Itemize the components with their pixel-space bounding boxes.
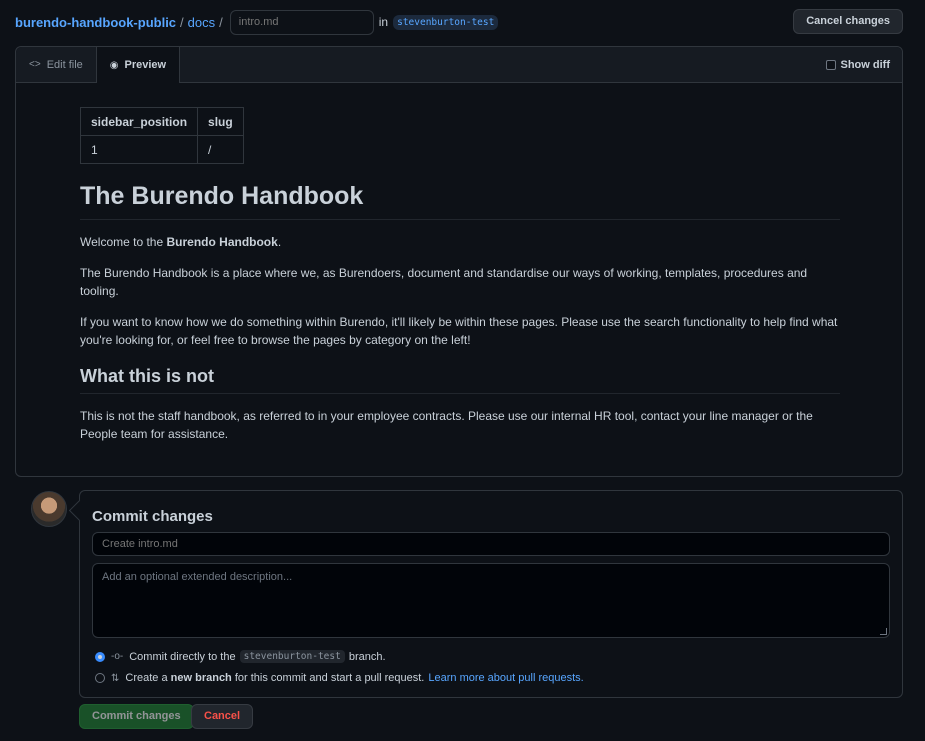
commit-direct-option[interactable]: -o- Commit directly to the stevenburton-… xyxy=(95,650,386,663)
table-header-cell: sidebar_position xyxy=(79,107,199,136)
breadcrumb-dir-link[interactable]: docs xyxy=(188,15,215,30)
option-text: for this commit and start a pull request… xyxy=(234,672,425,684)
doc-paragraph: This is not the staff handbook, as refer… xyxy=(80,409,813,441)
frontmatter-table: sidebar_position slug 1 / xyxy=(79,107,244,164)
avatar xyxy=(31,491,67,527)
commit-new-branch-radio[interactable] xyxy=(95,673,105,683)
commit-message-input[interactable] xyxy=(92,532,890,556)
option-text: Create a xyxy=(125,672,168,684)
welcome-suffix: . xyxy=(277,235,282,249)
option-bold: new branch xyxy=(170,672,232,684)
commit-form: Commit changes Add an optional extended … xyxy=(79,490,903,698)
commit-description-textarea[interactable]: Add an optional extended description... xyxy=(92,563,890,638)
eye-icon: ◉ xyxy=(109,59,119,71)
doc-paragraph: If you want to know how we do something … xyxy=(80,315,838,347)
welcome-bold: Burendo Handbook xyxy=(166,235,278,249)
show-diff-toggle[interactable]: Show diff xyxy=(825,47,891,82)
git-commit-icon: -o- xyxy=(111,651,124,662)
markdown-preview: sidebar_position slug 1 / The Burendo Ha… xyxy=(79,107,840,443)
tab-preview[interactable]: ◉ Preview xyxy=(95,47,181,83)
commit-description-placeholder: Add an optional extended description... xyxy=(102,571,293,583)
table-header-cell: slug xyxy=(197,107,244,136)
option-text: Commit directly to the xyxy=(129,650,236,663)
show-diff-checkbox[interactable] xyxy=(825,59,836,70)
learn-more-link[interactable]: Learn more about pull requests. xyxy=(428,672,583,684)
doc-paragraph-welcome: Welcome to the Burendo Handbook. xyxy=(80,233,840,251)
table-header-row: sidebar_position slug xyxy=(79,107,244,136)
table-row: 1 / xyxy=(79,135,244,164)
filename-input[interactable] xyxy=(229,9,374,35)
doc-title: The Burendo Handbook xyxy=(80,182,840,220)
commit-direct-radio[interactable] xyxy=(95,651,105,662)
doc-paragraph: The Burendo Handbook is a place where we… xyxy=(80,266,808,298)
doc-subheading: What this is not xyxy=(80,366,840,394)
table-cell: / xyxy=(197,135,244,164)
breadcrumb-repo-link[interactable]: burendo-handbook-public xyxy=(15,15,176,30)
welcome-prefix: Welcome to the xyxy=(80,235,167,249)
breadcrumb-separator: / xyxy=(180,14,184,30)
branch-chip: stevenburton-test xyxy=(393,14,499,30)
branch-chip: stevenburton-test xyxy=(239,650,345,663)
breadcrumb-separator: / xyxy=(219,14,223,30)
editor-tabbar: <> Edit file ◉ Preview Show diff xyxy=(16,47,902,83)
git-pull-request-icon: ⇅ xyxy=(111,672,120,684)
commit-changes-button[interactable]: Commit changes xyxy=(79,704,194,729)
resize-handle[interactable] xyxy=(880,628,887,635)
option-text: branch. xyxy=(348,650,386,663)
tab-label: Edit file xyxy=(46,58,83,71)
commit-title: Commit changes xyxy=(92,508,213,525)
in-label: in xyxy=(378,15,389,29)
code-icon: <> xyxy=(29,59,41,70)
cancel-button[interactable]: Cancel xyxy=(191,704,254,729)
show-diff-label: Show diff xyxy=(840,58,891,71)
cancel-changes-button[interactable]: Cancel changes xyxy=(793,9,903,34)
top-bar: burendo-handbook-public / docs / in stev… xyxy=(15,9,903,35)
table-cell: 1 xyxy=(79,135,199,164)
tab-edit-file[interactable]: <> Edit file xyxy=(16,47,96,82)
editor-panel: <> Edit file ◉ Preview Show diff sidebar… xyxy=(15,46,903,477)
commit-new-branch-option[interactable]: ⇅ Create a new branch for this commit an… xyxy=(95,672,584,684)
tab-label: Preview xyxy=(124,59,167,71)
